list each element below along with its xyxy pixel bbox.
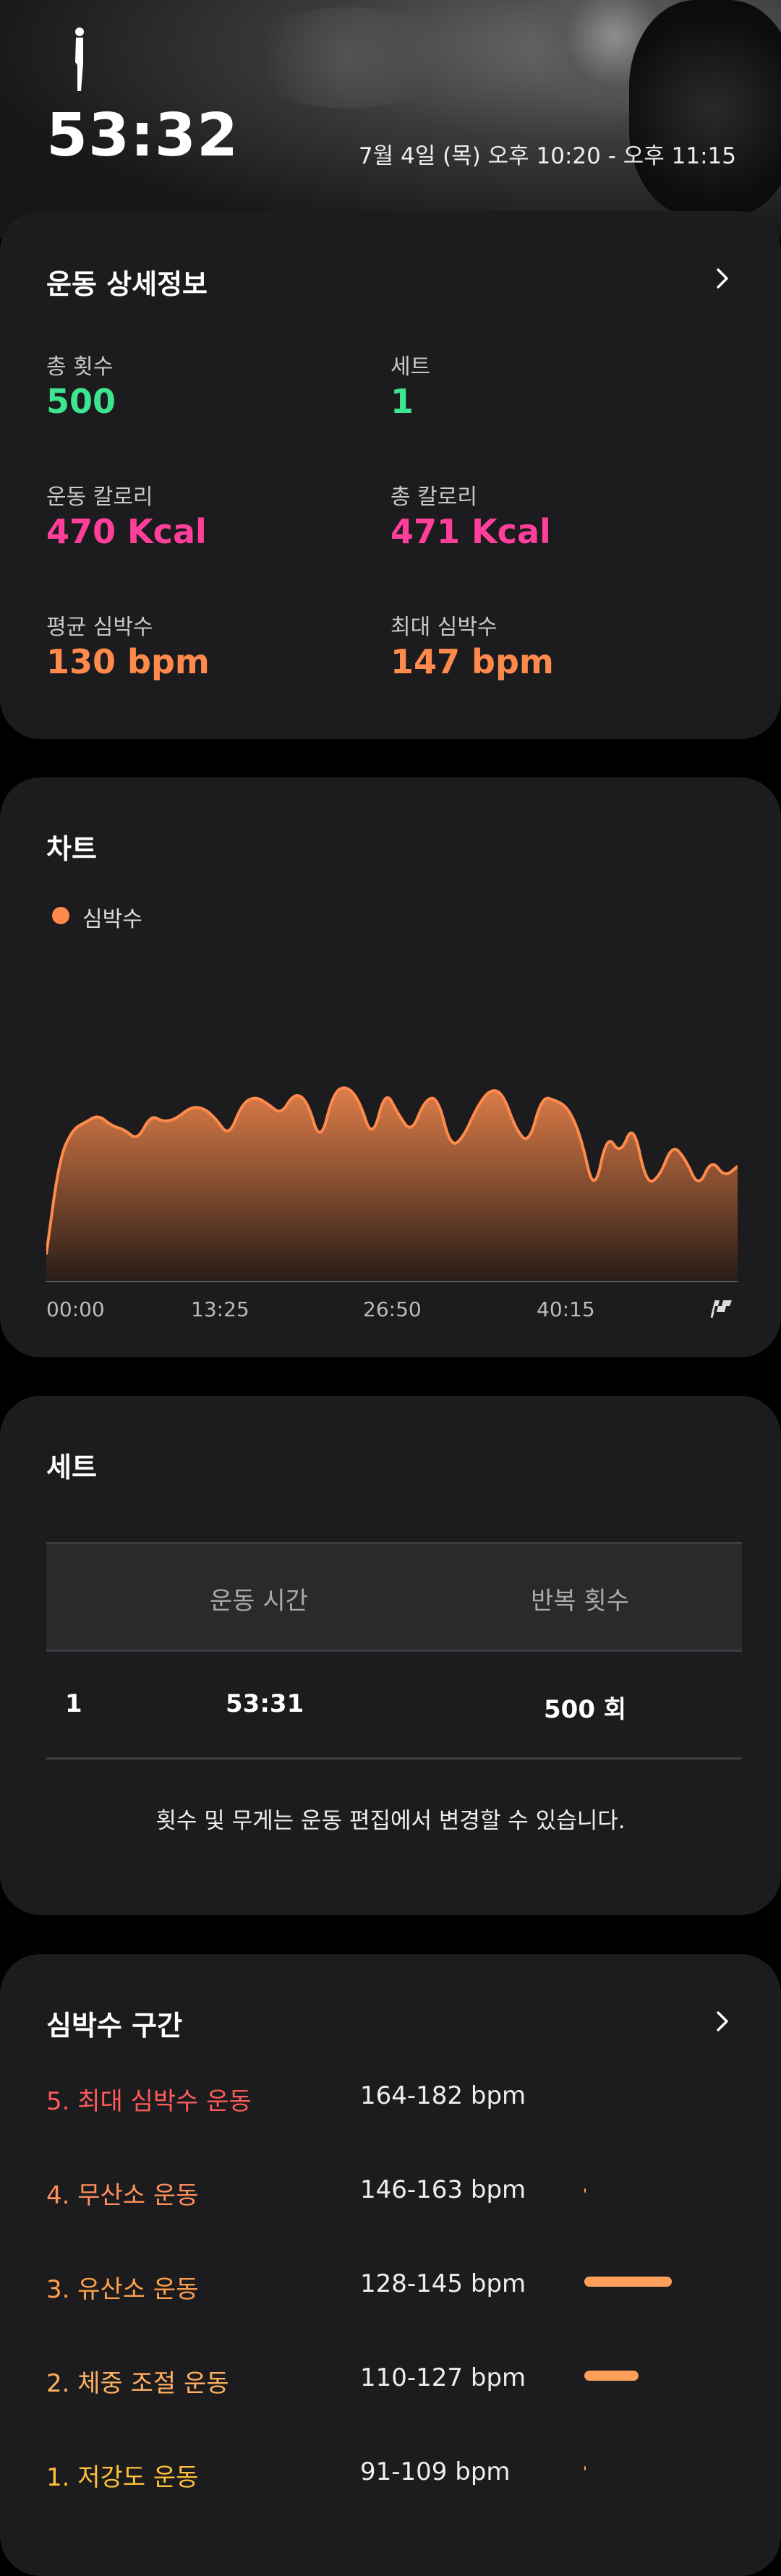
background-shape: [629, 0, 781, 217]
stat-label: 총 칼로리: [390, 485, 477, 510]
chevron-right-icon[interactable]: [712, 2010, 733, 2032]
workout-details-card[interactable]: 운동 상세정보 총 횟수 500 세트 1 운동 칼로리 470 Kcal 총 …: [0, 211, 781, 739]
stat-value: 147 bpm: [390, 642, 554, 681]
sets-card: [0, 1396, 781, 1915]
set-index: 1: [65, 1689, 82, 1718]
x-tick-label: 13:25: [191, 1297, 249, 1321]
stat-label: 평균 심박수: [46, 615, 153, 640]
zone-range: 146-163 bpm: [360, 2175, 526, 2204]
zones-title: 심박수 구간: [46, 2010, 183, 2042]
sets-title: 세트: [46, 1451, 97, 1483]
zone-range: 128-145 bpm: [360, 2269, 526, 2298]
standing-figure-icon: [75, 27, 84, 91]
zone-name: 2. 체중 조절 운동: [46, 2369, 229, 2398]
zone-name: 1. 저강도 운동: [46, 2463, 199, 2492]
set-time: 53:31: [226, 1689, 304, 1718]
zone-bar: [584, 2188, 586, 2193]
heart-rate-area: [46, 1088, 738, 1280]
table-divider: [46, 1757, 742, 1760]
chevron-right-icon[interactable]: [712, 268, 733, 289]
chart-title: 차트: [46, 833, 97, 865]
stat-value: 471 Kcal: [390, 512, 551, 551]
column-header: 운동 시간: [210, 1587, 308, 1616]
background-shape: [239, 7, 456, 108]
legend-dot: [52, 907, 69, 924]
x-tick-label: 00:00: [46, 1297, 105, 1321]
zone-name: 3. 유산소 운동: [46, 2275, 199, 2304]
stat-label: 총 횟수: [46, 354, 114, 380]
zone-bar: [584, 2371, 639, 2381]
stat-label: 최대 심박수: [390, 615, 498, 640]
x-tick-label: 26:50: [363, 1297, 422, 1321]
checkered-flag-icon: [710, 1300, 732, 1318]
hero-banner: 53:32 7월 4일 (목) 오후 10:20 - 오후 11:15: [0, 0, 781, 239]
zone-range: 91-109 bpm: [360, 2457, 511, 2486]
zone-range: 164-182 bpm: [360, 2081, 526, 2110]
zone-name: 4. 무산소 운동: [46, 2181, 199, 2210]
legend-label: 심박수: [82, 907, 142, 932]
stat-value: 1: [390, 382, 414, 421]
stat-label: 세트: [390, 354, 431, 380]
card-title: 운동 상세정보: [46, 268, 208, 300]
stat-value: 130 bpm: [46, 642, 210, 681]
set-reps: 500 회: [544, 1695, 627, 1724]
x-tick-label: 40:15: [537, 1297, 595, 1321]
zone-range: 110-127 bpm: [360, 2363, 526, 2392]
workout-time-range: 7월 4일 (목) 오후 10:20 - 오후 11:15: [358, 143, 736, 169]
sets-table-header: [46, 1542, 742, 1652]
stat-value: 500: [46, 382, 116, 421]
workout-duration: 53:32: [46, 101, 239, 170]
edit-note: 횟수 및 무게는 운동 편집에서 변경할 수 있습니다.: [155, 1808, 626, 1834]
zone-bar: [584, 2466, 586, 2470]
zone-name: 5. 최대 심박수 운동: [46, 2087, 252, 2116]
zone-bar: [584, 2277, 672, 2287]
column-header: 반복 횟수: [531, 1587, 629, 1616]
stat-value: 470 Kcal: [46, 512, 207, 551]
heart-rate-chart: [46, 1086, 738, 1282]
stat-label: 운동 칼로리: [46, 485, 153, 510]
